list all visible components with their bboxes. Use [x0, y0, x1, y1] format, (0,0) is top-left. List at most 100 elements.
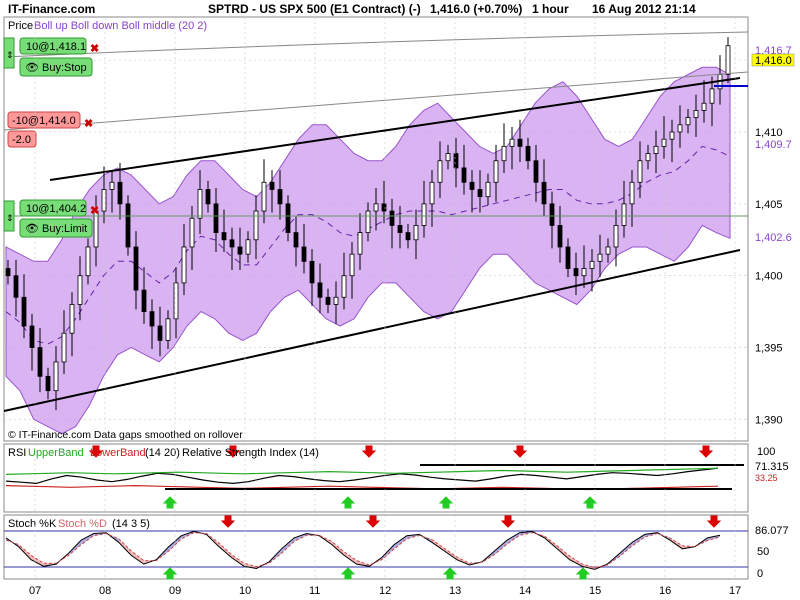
- price-tick-label: 1,390: [755, 414, 783, 426]
- candle-body: [229, 239, 235, 248]
- candle-body: [557, 225, 563, 248]
- stochastic-panel: Stoch %K Stoch %D (14 3 5): [3, 514, 749, 580]
- stoch-value: 86.077: [755, 525, 789, 537]
- close-icon[interactable]: ✖: [84, 118, 93, 130]
- candle-body: [653, 145, 659, 154]
- candle-body: [125, 203, 131, 248]
- time-tick-label: 15: [589, 585, 601, 597]
- candle-body: [61, 332, 67, 363]
- time-tick-label: 16: [659, 585, 671, 597]
- candle-body: [725, 45, 731, 75]
- candle-body: [141, 289, 147, 313]
- last-price-tag: 1,416.0: [755, 55, 792, 67]
- candle-body: [333, 296, 339, 305]
- candle-body: [437, 160, 443, 183]
- candle-body: [709, 88, 715, 104]
- candle-body: [221, 232, 227, 241]
- candle-body: [501, 145, 507, 162]
- candle-body: [317, 282, 323, 298]
- rsi-value: 71.315: [755, 461, 789, 473]
- time-tick-label: 10: [239, 585, 251, 597]
- candle-body: [213, 203, 219, 233]
- candle-body: [485, 181, 491, 198]
- price-tick-label: 1,405: [755, 199, 783, 211]
- updown-arrows-icon: ⇕: [6, 214, 14, 224]
- candle-body: [525, 145, 531, 162]
- candle-body: [245, 239, 251, 255]
- candle-body: [405, 232, 411, 241]
- rsi-legend: RSI: [8, 447, 26, 459]
- candle-body: [205, 189, 211, 205]
- time-tick-label: 17: [729, 585, 741, 597]
- stoch-d-legend: Stoch %D: [58, 518, 107, 530]
- order-action: Buy:Limit: [42, 223, 87, 235]
- candle-body: [541, 181, 547, 205]
- candle-body: [565, 246, 571, 269]
- stoch-params: (14 3 5): [112, 518, 150, 530]
- candle-body: [373, 203, 379, 212]
- time-tick-label: 14: [519, 585, 531, 597]
- candle-body: [549, 203, 555, 226]
- candle-body: [613, 225, 619, 248]
- candle-body: [461, 167, 467, 183]
- candle-body: [237, 246, 243, 255]
- rsi-params: (14 20): [145, 447, 180, 459]
- candle-body: [29, 325, 35, 348]
- candle-body: [597, 253, 603, 262]
- candle-body: [581, 268, 587, 277]
- time-tick-label: 07: [29, 585, 41, 597]
- candle-body: [5, 268, 11, 277]
- chart-symbol: SPTRD - US SPX 500 (E1 Contract) (-): [208, 2, 421, 16]
- candle-body: [197, 189, 203, 219]
- price-tick-label: 1,410: [755, 127, 783, 139]
- chart-interval: 1 hour: [532, 2, 569, 16]
- close-icon[interactable]: ✖: [90, 43, 99, 55]
- candle-body: [661, 138, 667, 147]
- candle-body: [277, 189, 283, 205]
- candle-body: [605, 246, 611, 255]
- updown-arrows-icon: ⇕: [6, 51, 14, 61]
- rsi-lower-legend: LowerBand: [90, 447, 146, 459]
- candle-body: [325, 296, 331, 305]
- candle-body: [101, 189, 107, 212]
- candle-body: [173, 282, 179, 320]
- order-pnl: -2.0: [12, 134, 31, 146]
- candle-body: [573, 268, 579, 277]
- eye-icon: 👁: [25, 222, 39, 235]
- candle-body: [421, 203, 427, 226]
- stoch-k-legend: Stoch %K: [8, 518, 57, 530]
- candle-body: [669, 131, 675, 140]
- candle-body: [181, 246, 187, 284]
- candle-body: [701, 102, 707, 111]
- stoch-tick-label: 50: [757, 546, 769, 558]
- candle-body: [453, 153, 459, 169]
- candle-body: [253, 210, 259, 241]
- candle-body: [413, 225, 419, 241]
- candle-body: [365, 210, 371, 233]
- candle-body: [261, 181, 267, 212]
- candle-body: [77, 275, 83, 305]
- candle-body: [685, 117, 691, 126]
- time-tick-label: 09: [169, 585, 181, 597]
- candle-body: [149, 311, 155, 327]
- price-panel: Price Boll up Boll down Boll middle (20 …: [3, 16, 749, 442]
- bollinger-legend: Boll up Boll down Boll middle (20 2): [34, 20, 207, 32]
- rsi-panel: RSI UpperBand LowerBand (14 20) Relative…: [3, 443, 749, 513]
- candle-body: [589, 260, 595, 269]
- lower-band-price: 1,402.6: [755, 232, 792, 244]
- candle-body: [341, 275, 347, 298]
- stoch-axis: 0 50: [757, 546, 769, 580]
- candle-body: [397, 225, 403, 233]
- candle-body: [693, 110, 699, 119]
- rsi-name: Relative Strength Index (14): [182, 447, 319, 459]
- candle-body: [357, 232, 363, 255]
- time-tick-label: 11: [309, 585, 320, 597]
- middle-band-price: 1,409.7: [755, 139, 792, 151]
- close-icon[interactable]: ✖: [90, 205, 99, 217]
- time-tick-label: 08: [99, 585, 111, 597]
- candle-body: [429, 181, 435, 205]
- candle-body: [389, 210, 395, 226]
- candle-body: [445, 153, 451, 162]
- candle-body: [477, 189, 483, 198]
- order-qty-price: -10@1,414.0: [12, 115, 76, 127]
